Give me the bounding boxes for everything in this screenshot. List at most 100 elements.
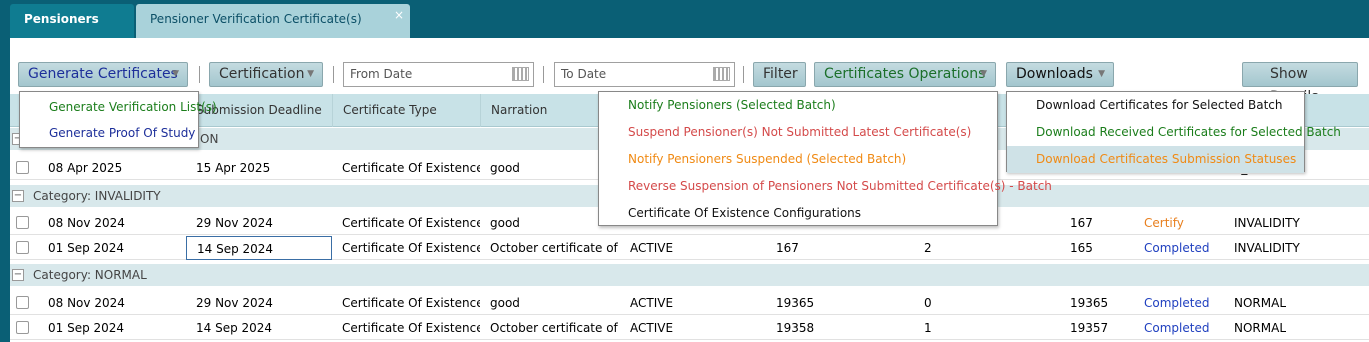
separator — [743, 66, 744, 83]
cell-narration: good — [490, 216, 520, 230]
certificates-operations-button[interactable]: Certificates Operations ▼ — [814, 62, 996, 87]
cell-deadline-selected[interactable]: 14 Sep 2024 — [186, 236, 332, 260]
left-frame — [0, 38, 10, 342]
menu-item-download-statuses[interactable]: Download Certificates Submission Statuse… — [1007, 146, 1304, 173]
operations-menu: Notify Pensioners (Selected Batch) Suspe… — [598, 91, 1052, 227]
from-date-placeholder: From Date — [350, 67, 413, 81]
chevron-down-icon: ▼ — [1098, 69, 1105, 79]
cell-type: Certificate Of Existence — [342, 161, 480, 175]
cell-state: ACTIVE — [630, 296, 674, 310]
downloads-button[interactable]: Downloads ▼ — [1006, 62, 1114, 87]
cell-deadline: 29 Nov 2024 — [196, 216, 273, 230]
row-checkbox[interactable] — [16, 241, 29, 254]
cell-type: Certificate Of Existence — [342, 241, 480, 255]
certificates-operations-label: Certificates Operations — [824, 66, 986, 82]
generate-certificates-button[interactable]: Generate Certificates ▼ — [18, 62, 188, 87]
separator — [333, 66, 334, 83]
menu-item-generate-verification[interactable]: Generate Verification List(s) — [20, 94, 217, 121]
cell-received: 19357 — [1070, 321, 1109, 335]
column-header-narration[interactable]: Narration — [480, 94, 598, 127]
row-checkbox[interactable] — [16, 216, 29, 229]
certification-button[interactable]: Certification ▼ — [209, 62, 323, 87]
table-row[interactable]: 01 Sep 2024 14 Sep 2024 Certificate Of E… — [10, 236, 1369, 260]
cell-received: 167 — [1070, 216, 1093, 230]
table-row[interactable]: 01 Sep 2024 14 Sep 2024 Certificate Of E… — [10, 316, 1369, 340]
calendar-icon[interactable] — [713, 67, 730, 81]
cell-type: Certificate Of Existence — [342, 216, 480, 230]
generate-menu: Generate Verification List(s) Generate P… — [19, 91, 217, 148]
menu-item-notify-pensioners[interactable]: Notify Pensioners (Selected Batch) — [599, 92, 836, 119]
chevron-down-icon: ▼ — [172, 69, 179, 79]
menu-item-download-batch[interactable]: Download Certificates for Selected Batch — [1007, 92, 1283, 119]
menu-item-download-received[interactable]: Download Received Certificates for Selec… — [1007, 119, 1341, 146]
cell-status-link[interactable]: Completed — [1134, 236, 1224, 260]
generate-certificates-label: Generate Certificates — [28, 66, 178, 82]
to-date-field[interactable]: To Date — [554, 62, 735, 87]
close-icon[interactable]: × — [394, 0, 404, 30]
certification-label: Certification — [219, 66, 305, 82]
menu-item-notify-suspended[interactable]: Notify Pensioners Suspended (Selected Ba… — [599, 146, 906, 173]
tab-bar: Pensioners Links Pensioner Verification … — [0, 0, 1369, 56]
cell-type: Certificate Of Existence — [342, 296, 480, 310]
cell-received: 19365 — [1070, 296, 1109, 310]
cell-narration: October certificate of ... — [490, 321, 620, 335]
show-details-button[interactable]: Show Details — [1242, 62, 1358, 105]
to-date-placeholder: To Date — [561, 67, 607, 81]
cell-total: 19365 — [776, 296, 815, 310]
cell-category: NORMAL — [1234, 296, 1287, 310]
cell-submitted: 1 — [924, 321, 932, 335]
cell-status-link[interactable]: Completed — [1134, 316, 1224, 340]
menu-item-generate-proof[interactable]: Generate Proof Of Study — [20, 120, 195, 147]
cell-submitted: 0 — [924, 296, 932, 310]
column-header-type[interactable]: Certificate Type — [332, 94, 480, 127]
calendar-icon[interactable] — [512, 67, 529, 81]
cell-type: Certificate Of Existence — [342, 321, 480, 335]
chevron-down-icon: ▼ — [307, 69, 314, 79]
cell-deadline: 14 Sep 2024 — [196, 321, 273, 335]
downloads-menu: Download Certificates for Selected Batch… — [1006, 91, 1341, 173]
menu-item-reverse-suspension[interactable]: Reverse Suspension of Pensioners Not Sub… — [599, 173, 1052, 200]
cell-date: 01 Sep 2024 — [48, 321, 125, 335]
menu-item-suspend-pensioners[interactable]: Suspend Pensioner(s) Not Submitted Lates… — [599, 119, 971, 146]
separator — [199, 66, 200, 83]
cell-category: NORMAL — [1234, 321, 1287, 335]
cell-deadline: 29 Nov 2024 — [196, 296, 273, 310]
cell-total: 167 — [776, 241, 799, 255]
table-row[interactable]: 08 Nov 2024 29 Nov 2024 Certificate Of E… — [10, 291, 1369, 315]
downloads-label: Downloads — [1016, 66, 1093, 82]
row-checkbox[interactable] — [16, 321, 29, 334]
cell-total: 19358 — [776, 321, 815, 335]
cell-state: ACTIVE — [630, 241, 674, 255]
cell-status-link[interactable]: Certify — [1134, 211, 1224, 235]
category-label: Category: INVALIDITY — [33, 189, 161, 203]
cell-narration: good — [490, 296, 520, 310]
row-checkbox[interactable] — [16, 161, 29, 174]
toolbar: Generate Certificates ▼ Certification ▼ … — [10, 38, 1369, 105]
cell-date: 08 Apr 2025 — [48, 161, 123, 175]
cell-date: 08 Nov 2024 — [48, 216, 125, 230]
cell-date: 01 Sep 2024 — [48, 241, 125, 255]
cell-state: ACTIVE — [630, 321, 674, 335]
collapse-icon[interactable]: − — [12, 269, 24, 281]
cell-submitted: 2 — [924, 241, 932, 255]
cell-status-link[interactable]: Completed — [1134, 291, 1224, 315]
row-checkbox[interactable] — [16, 296, 29, 309]
cell-received: 165 — [1070, 241, 1093, 255]
tab-verification-register[interactable]: Pensioner Verification Certificate(s) Re… — [136, 4, 410, 56]
cell-date: 08 Nov 2024 — [48, 296, 125, 310]
menu-item-coe-configurations[interactable]: Certificate Of Existence Configurations — [599, 200, 861, 227]
cell-narration: good — [490, 161, 520, 175]
cell-category: INVALIDITY — [1234, 241, 1300, 255]
category-row[interactable]: − Category: NORMAL — [10, 264, 1369, 286]
filter-button[interactable]: Filter — [753, 62, 806, 87]
cell-deadline: 15 Apr 2025 — [196, 161, 271, 175]
separator — [543, 66, 544, 83]
category-label: Category: NORMAL — [33, 268, 147, 282]
chevron-down-icon: ▼ — [980, 69, 987, 79]
category-label-partial: ON — [200, 132, 219, 146]
cell-narration: October certificate of ... — [490, 241, 620, 255]
from-date-field[interactable]: From Date — [343, 62, 534, 87]
cell-category: INVALIDITY — [1234, 216, 1300, 230]
collapse-icon[interactable]: − — [12, 190, 24, 202]
tab-pensioners-links[interactable]: Pensioners Links — [10, 4, 134, 56]
